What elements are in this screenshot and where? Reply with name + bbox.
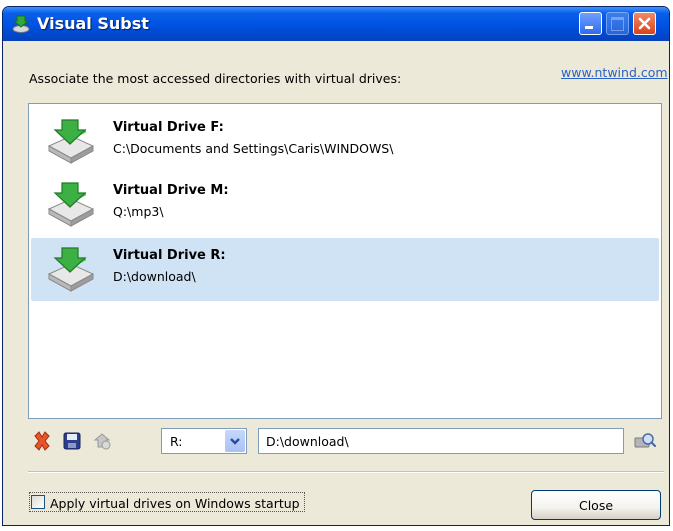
startup-checkbox-label: Apply virtual drives on Windows startup (50, 496, 300, 511)
app-icon (11, 14, 31, 38)
website-link[interactable]: www.ntwind.com (561, 65, 668, 80)
drive-name: Virtual Drive R: (113, 248, 226, 263)
title-bar[interactable]: Visual Subst (3, 7, 669, 41)
drive-path: D:\download\ (113, 269, 196, 284)
drive-icon (45, 116, 97, 170)
drive-letter-select[interactable]: R: (161, 428, 247, 454)
visual-subst-window: Visual Subst Associate the most accessed… (2, 6, 670, 526)
dropdown-arrow-button[interactable] (225, 430, 245, 452)
maximize-button (606, 12, 629, 35)
drive-list[interactable]: Virtual Drive F: C:\Documents and Settin… (28, 103, 662, 419)
drive-icon (45, 244, 97, 298)
remove-icon (34, 431, 50, 451)
close-window-button[interactable] (633, 12, 656, 35)
drive-list-item-f[interactable]: Virtual Drive F: C:\Documents and Settin… (31, 110, 659, 173)
browse-folder-button[interactable] (633, 430, 657, 456)
window-title: Visual Subst (37, 14, 149, 33)
separator (28, 471, 664, 473)
startup-checkbox-row[interactable]: Apply virtual drives on Windows startup (29, 492, 305, 512)
remove-drive-button[interactable] (31, 430, 53, 456)
startup-checkbox[interactable] (31, 495, 45, 509)
description-label: Associate the most accessed directories … (29, 71, 402, 86)
save-drive-button[interactable] (61, 430, 83, 456)
drive-icon (45, 179, 97, 233)
drive-list-item-m[interactable]: Virtual Drive M: Q:\mp3\ (31, 173, 659, 236)
chevron-down-icon (230, 438, 240, 445)
drive-name: Virtual Drive M: (113, 183, 229, 198)
close-icon (638, 17, 651, 30)
apply-drive-button[interactable] (91, 430, 113, 456)
save-icon (63, 432, 81, 450)
drive-path: Q:\mp3\ (113, 204, 164, 219)
drive-path: C:\Documents and Settings\Caris\WINDOWS\ (113, 141, 394, 156)
close-button[interactable]: Close (531, 490, 661, 520)
drive-letter-value: R: (170, 434, 183, 449)
browse-folder-icon (634, 433, 657, 448)
drive-list-item-r[interactable]: Virtual Drive R: D:\download\ (31, 238, 659, 301)
drive-name: Virtual Drive F: (113, 120, 224, 135)
minimize-button[interactable] (579, 12, 602, 35)
directory-path-input[interactable] (258, 428, 624, 454)
apply-icon (93, 433, 111, 450)
